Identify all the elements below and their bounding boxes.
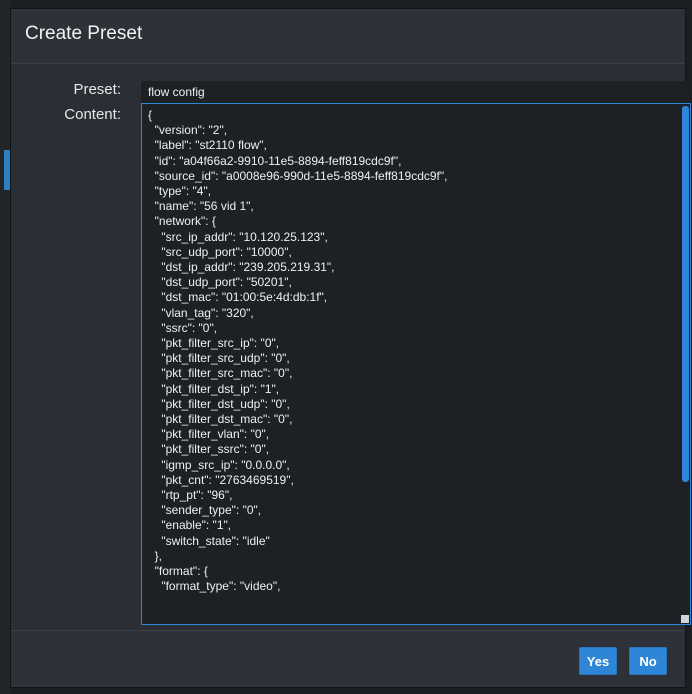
scrollbar-thumb[interactable] — [682, 106, 689, 482]
content-line: "enable": "1", — [148, 518, 232, 533]
dialog-title: Create Preset — [25, 23, 143, 44]
content-line: "vlan_tag": "320", — [148, 305, 254, 320]
content-line: "ssrc": "0", — [148, 320, 218, 335]
content-line: "pkt_filter_dst_udp": "0", — [148, 396, 290, 411]
content-line: "dst_mac": "01:00:5e:4d:db:1f", — [148, 290, 328, 305]
yes-button[interactable]: Yes — [579, 647, 617, 675]
content-line: { — [148, 108, 153, 122]
no-button[interactable]: No — [629, 647, 667, 675]
content-line: "pkt_filter_src_ip": "0", — [148, 336, 280, 350]
content-line: "switch_state": "idle" — [148, 533, 270, 548]
content-line: }, — [148, 548, 163, 563]
preset-label: Preset: — [73, 81, 121, 98]
content-line: "id": "a04f66a2-9910-11e5-8894-feff819cd… — [148, 153, 402, 168]
content-textarea[interactable]: { "version": "2", "label": "st2110 flow"… — [141, 103, 691, 625]
content-line: "dst_ip_addr": "239.205.219.31", — [148, 260, 335, 274]
content-label: Content: — [64, 106, 121, 123]
content-line: "pkt_filter_ssrc": "0", — [148, 442, 270, 457]
content-scrollbar[interactable] — [680, 104, 690, 624]
dialog-footer: Yes No — [11, 630, 685, 687]
content-line: "sender_type": "0", — [148, 503, 262, 518]
content-line: "pkt_filter_src_udp": "0", — [148, 351, 290, 366]
content-line: "label": "st2110 flow", — [148, 138, 267, 153]
content-line: "src_ip_addr": "10.120.25.123", — [148, 229, 328, 244]
content-line: "pkt_filter_vlan": "0", — [148, 427, 270, 442]
content-line: "format": { — [148, 564, 208, 578]
content-line: "version": "2", — [148, 123, 228, 138]
content-line: "type": "4", — [148, 184, 212, 198]
content-line: "pkt_filter_src_mac": "0", — [148, 366, 293, 381]
dialog-header: Create Preset — [11, 9, 685, 64]
content-line: "pkt_cnt": "2763469519", — [148, 472, 294, 487]
content-line: "pkt_filter_dst_ip": "1", — [148, 381, 280, 396]
content-line: "pkt_filter_dst_mac": "0", — [148, 412, 293, 426]
content-line: "src_udp_port": "10000", — [148, 244, 292, 259]
background-page-edge — [0, 0, 10, 694]
content-line: "network": { — [148, 214, 216, 229]
content-line: "dst_udp_port": "50201", — [148, 275, 292, 290]
content-line: "name": "56 vid 1", — [148, 199, 254, 214]
resize-handle-icon[interactable] — [681, 615, 689, 623]
content-line: "rtp_pt": "96", — [148, 488, 233, 502]
create-preset-dialog: Create Preset Preset: Content: { "versio… — [10, 8, 691, 688]
content-line: "format_type": "video", — [148, 579, 281, 594]
preset-name-input[interactable] — [141, 81, 689, 103]
content-line: "source_id": "a0008e96-990d-11e5-8894-fe… — [148, 168, 448, 183]
content-line: "igmp_src_ip": "0.0.0.0", — [148, 457, 290, 472]
